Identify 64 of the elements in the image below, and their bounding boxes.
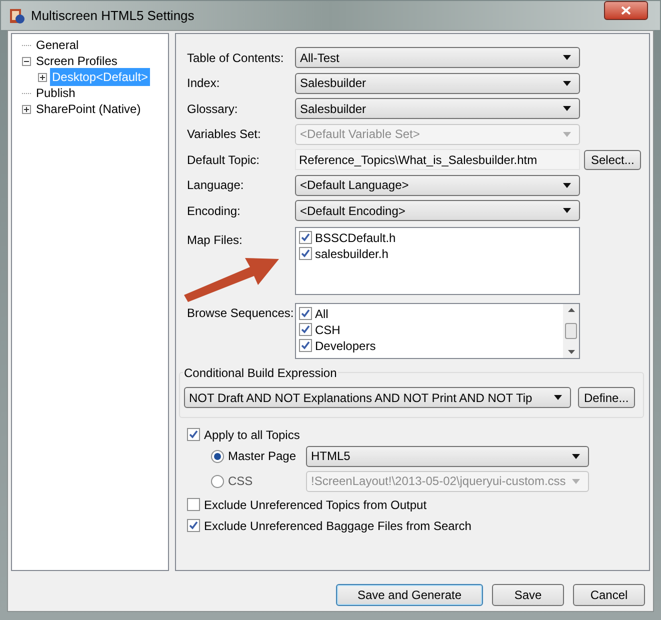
field-label: Encoding: <box>187 202 242 220</box>
caret-icon <box>563 55 571 60</box>
list-item-label: BSSCDefault.h <box>315 230 396 246</box>
collapse-icon[interactable] <box>22 56 31 66</box>
dropdown[interactable]: NOT Draft AND NOT Explanations AND NOT Print AND NOT Tip <box>184 387 571 408</box>
checkbox[interactable] <box>299 307 312 320</box>
dialog-button[interactable]: Save and Generate <box>336 584 483 606</box>
tree-item[interactable]: General <box>34 36 81 54</box>
checkbox[interactable] <box>299 231 312 244</box>
list-item-label: All <box>315 306 328 322</box>
text-field[interactable]: Reference_Topics\What_is_Salesbuilder.htm <box>295 149 580 170</box>
checkbox-label: Exclude Unreferenced Baggage Files from Search <box>204 518 472 534</box>
expand-icon[interactable] <box>22 104 31 114</box>
dropdown[interactable]: All-Test <box>295 47 580 68</box>
field-label: Language: <box>187 177 245 194</box>
checkbox[interactable] <box>299 247 312 260</box>
field-label: Map Files: <box>187 232 242 248</box>
checkbox[interactable] <box>299 339 312 352</box>
field-label: Table of Contents: <box>187 50 285 67</box>
caret-icon <box>554 395 562 400</box>
checkbox[interactable] <box>187 428 200 441</box>
list-item-label: salesbuilder.h <box>315 246 388 262</box>
list-item-label: Developers <box>315 338 376 354</box>
checkbox-label: Apply to all Topics <box>204 426 300 444</box>
dialog-button[interactable]: Save <box>492 584 564 606</box>
app-icon <box>9 8 25 24</box>
caret-icon <box>563 208 571 214</box>
close-icon <box>621 6 631 15</box>
field-label: Index: <box>187 75 221 92</box>
caret-icon <box>563 80 571 86</box>
caret-icon <box>572 478 580 484</box>
window-title: Multiscreen HTML5 Settings <box>31 6 194 25</box>
checkbox[interactable] <box>299 323 312 336</box>
dropdown[interactable]: <Default Language> <box>295 174 580 196</box>
checkbox[interactable] <box>187 519 200 532</box>
expand-icon[interactable] <box>38 72 47 82</box>
radio-label: CSS <box>228 473 254 490</box>
scroll-down-icon[interactable] <box>568 350 574 354</box>
scrollbar[interactable] <box>563 304 579 358</box>
checkbox-label: Exclude Unreferenced Topics from Output <box>204 496 427 514</box>
dropdown[interactable]: <Default Encoding> <box>295 200 580 222</box>
scroll-up-icon[interactable] <box>568 308 574 312</box>
caret-icon <box>563 132 571 137</box>
dropdown[interactable]: Salesbuilder <box>295 98 580 120</box>
dropdown[interactable]: HTML5 <box>306 446 589 466</box>
field-label: Default Topic: <box>187 152 260 169</box>
close-button[interactable] <box>604 1 648 20</box>
select-button[interactable]: Select... <box>584 150 642 170</box>
caret-icon <box>563 106 571 112</box>
dialog-button[interactable]: Cancel <box>573 584 645 606</box>
tree-item[interactable]: SharePoint (Native) <box>34 100 143 118</box>
dropdown[interactable]: Salesbuilder <box>295 72 580 94</box>
tree-item[interactable]: Screen Profiles <box>34 52 120 70</box>
caret-icon <box>563 182 571 188</box>
list-item-label: CSH <box>315 322 340 338</box>
field-label: Glossary: <box>187 100 239 118</box>
tree-item[interactable]: Publish <box>34 84 78 102</box>
radio-label: Master Page <box>228 448 298 465</box>
caret-icon <box>572 454 580 458</box>
define-button[interactable]: Define... <box>578 387 635 408</box>
radio-button[interactable] <box>211 450 224 462</box>
checkbox[interactable] <box>187 498 200 511</box>
field-label: Browse Sequences: <box>187 304 295 322</box>
field-label: Variables Set: <box>187 126 262 144</box>
